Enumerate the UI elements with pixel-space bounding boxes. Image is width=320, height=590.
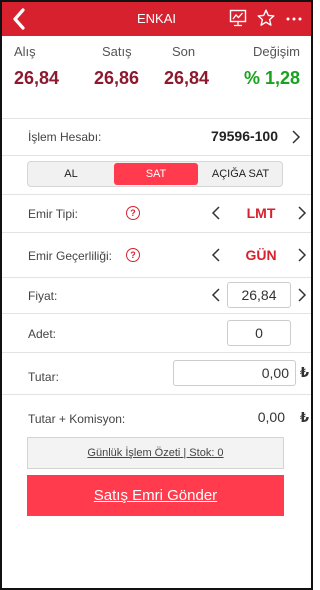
- amount-input[interactable]: 0,00: [173, 360, 296, 386]
- change-label: Değişim: [253, 44, 300, 59]
- last-value: 26,84: [164, 68, 210, 88]
- amount-label: Tutar:: [28, 370, 59, 384]
- change-quote: Değişim % 1,28: [230, 44, 300, 89]
- change-value: % 1,28: [243, 68, 300, 88]
- quote-panel: Alış 26,84 Satış 26,86 Son 26,84 Değişim…: [2, 44, 311, 108]
- chart-icon[interactable]: [227, 7, 249, 29]
- amount-row: Tutar: 0,00 ₺: [2, 353, 311, 394]
- price-label: Fiyat:: [28, 289, 58, 303]
- chevron-left-icon[interactable]: [209, 286, 223, 304]
- help-icon[interactable]: ?: [126, 248, 140, 262]
- bid-value: 26,84: [14, 68, 60, 88]
- ask-quote: Satış 26,86: [94, 44, 154, 89]
- order-type-label: Emir Tipi:: [28, 207, 79, 221]
- chevron-right-icon[interactable]: [295, 286, 309, 304]
- chevron-right-icon[interactable]: [295, 204, 309, 222]
- account-label: İşlem Hesabı:: [28, 130, 102, 144]
- account-value: 79596-100: [211, 128, 278, 144]
- daily-summary-link[interactable]: Günlük İşlem Özeti | Stok: 0: [27, 437, 284, 469]
- tab-sell[interactable]: SAT: [114, 163, 198, 185]
- bid-quote: Alış 26,84: [14, 44, 70, 89]
- divider: [2, 155, 311, 156]
- header-bar: ENKAI: [2, 2, 311, 36]
- ask-value: 26,86: [94, 68, 140, 88]
- order-side-tabs: AL SAT AÇIĞA SAT: [27, 161, 283, 187]
- chevron-right-icon[interactable]: [289, 128, 303, 146]
- chevron-right-icon[interactable]: [295, 246, 309, 264]
- validity-label: Emir Geçerliliği:: [28, 249, 113, 263]
- ask-label: Satış: [102, 44, 132, 59]
- chevron-left-icon[interactable]: [209, 246, 223, 264]
- validity-row: Emir Geçerliliği: ? GÜN: [2, 233, 311, 277]
- amount-commission-row: Tutar + Komisyon: 0,00 ₺: [2, 395, 311, 433]
- lira-icon: ₺: [300, 365, 310, 380]
- chevron-left-icon[interactable]: [209, 204, 223, 222]
- last-label: Son: [172, 44, 196, 59]
- last-quote: Son 26,84: [164, 44, 224, 89]
- price-row: Fiyat: 26,84: [2, 278, 311, 313]
- lira-icon: ₺: [300, 410, 310, 425]
- tab-short-sell[interactable]: AÇIĞA SAT: [199, 163, 282, 185]
- account-row[interactable]: İşlem Hesabı: 79596-100: [2, 119, 311, 155]
- amount-commission-value: 0,00: [257, 409, 285, 425]
- tab-buy[interactable]: AL: [29, 163, 113, 185]
- quantity-label: Adet:: [28, 327, 57, 341]
- order-type-value: LMT: [246, 205, 276, 221]
- help-icon[interactable]: ?: [126, 206, 140, 220]
- bid-label: Alış: [14, 44, 36, 59]
- quantity-input[interactable]: 0: [227, 320, 291, 346]
- amount-commission-label: Tutar + Komisyon:: [28, 412, 126, 426]
- more-icon[interactable]: [283, 7, 305, 29]
- order-type-row: Emir Tipi: ? LMT: [2, 195, 311, 232]
- quantity-row: Adet: 0: [2, 314, 311, 352]
- star-icon[interactable]: [255, 7, 277, 29]
- price-input[interactable]: 26,84: [227, 282, 291, 308]
- submit-sell-order-button[interactable]: Satış Emri Gönder: [27, 475, 284, 516]
- validity-value: GÜN: [245, 247, 277, 263]
